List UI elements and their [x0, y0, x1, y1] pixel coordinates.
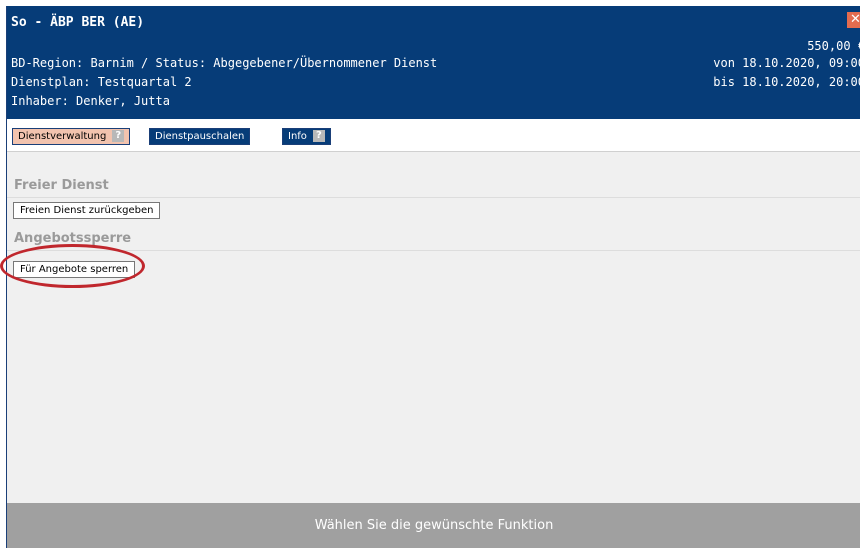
region-status-text: BD-Region: Barnim / Status: Abgegebener/…	[11, 56, 438, 70]
tab-label: Dienstverwaltung	[18, 131, 107, 142]
amount-value: 550,00 €	[807, 39, 860, 53]
help-icon[interactable]: ?	[112, 130, 125, 142]
dienstplan-text: Dienstplan: Testquartal 2	[11, 75, 192, 89]
dialog-header: So - ÄBP BER (AE) ✕ 550,00 € BD-Region: …	[7, 6, 860, 119]
return-shift-button[interactable]: Freien Dienst zurückgeben	[13, 202, 161, 219]
tab-strip: Dienstverwaltung? Dienstpauschalen Info?	[7, 119, 860, 152]
tab-dienstpauschalen[interactable]: Dienstpauschalen	[149, 128, 251, 145]
tab-label: Dienstpauschalen	[155, 131, 245, 142]
tab-info[interactable]: Info?	[282, 128, 331, 145]
divider	[7, 197, 860, 198]
close-icon[interactable]: ✕	[847, 12, 860, 28]
end-time-text: bis 18.10.2020, 20:00	[713, 75, 860, 89]
tab-dienstverwaltung[interactable]: Dienstverwaltung?	[12, 128, 131, 145]
dialog-title: So - ÄBP BER (AE)	[11, 15, 145, 30]
divider	[7, 250, 860, 251]
status-footer: Wählen Sie die gewünschte Funktion	[7, 503, 860, 548]
annotation-circle	[0, 244, 145, 288]
inhaber-text: Inhaber: Denker, Jutta	[11, 94, 170, 108]
tab-label: Info	[288, 131, 307, 142]
section-title-freier-dienst: Freier Dienst	[14, 178, 109, 193]
help-icon[interactable]: ?	[312, 130, 325, 142]
start-time-text: von 18.10.2020, 09:00	[713, 56, 860, 70]
